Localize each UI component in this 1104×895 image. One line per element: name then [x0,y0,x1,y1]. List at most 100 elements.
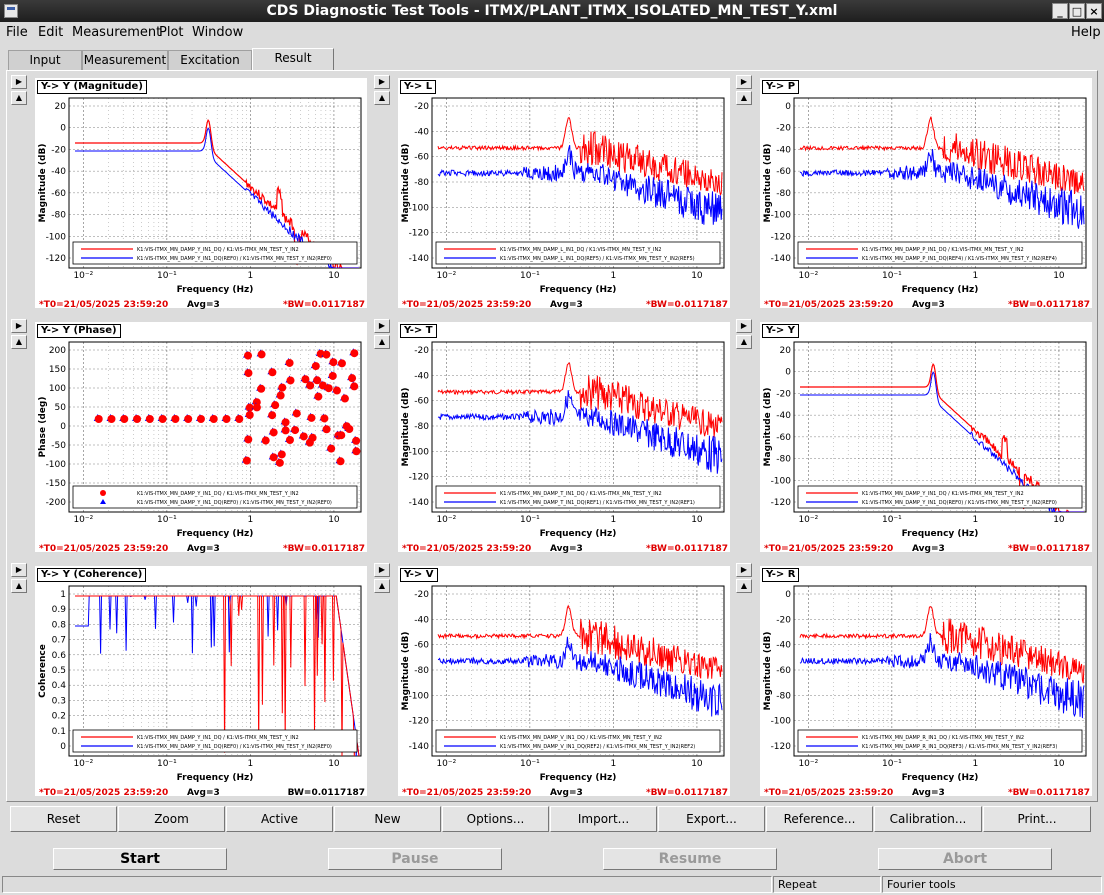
new-button[interactable]: New [334,806,441,832]
window-menu-icon[interactable] [4,4,18,18]
next-arrow-icon[interactable]: ▶ [736,319,752,333]
tab-excitation[interactable]: Excitation [168,50,252,70]
plot-area[interactable]: 20 0 -20 -40 -60 -80 -100 -120 10⁻² 10⁻¹ 1 10 Freque… [760,322,1092,554]
print-button[interactable]: Print... [983,806,1091,832]
next-arrow-icon[interactable]: ▶ [374,563,390,577]
abort-button[interactable]: Abort [878,848,1052,870]
tab-measurement[interactable]: Measurement [82,50,168,70]
trace-measured [244,351,253,360]
trace-measured [340,394,349,403]
up-arrow-icon[interactable]: ▲ [736,579,752,593]
next-arrow-icon[interactable]: ▶ [374,319,390,333]
plot-panel[interactable]: ▶ ▲ 1 0.9 0.8 0.7 0.6 0.5 0.4 0.3 0.2 0.1 0 10⁻² 10⁻¹ 1… [11,563,367,799]
tab-input[interactable]: Input [8,50,82,70]
reset-button[interactable]: Reset [10,806,117,832]
plot-area[interactable]: -20 -40 -60 -80 -100 -120 -140 10⁻² 10⁻¹ 1 10 Frequ… [398,566,730,798]
plot-panel[interactable]: ▶ ▲ -20 -40 -60 -80 -100 -120 -140 10⁻² 10⁻¹ 1 10 Fre… [374,563,730,799]
plot-title: Y-> T [400,324,437,338]
trace-measured [352,436,361,445]
menu-measurement[interactable]: Measurement [72,25,161,40]
trace-measured [285,435,294,444]
y-tick-label: -20 [776,389,791,399]
trace-measured [244,369,253,378]
plot-svg[interactable]: -20 -40 -60 -80 -100 -120 -140 10⁻² 10⁻¹ 1 10 Frequ… [398,566,730,786]
trace-measured [276,391,285,400]
legend-entry: K1:VIS-ITMX_MN_DAMP_P_IN1_DQ(REF4) / K1:… [862,256,1057,262]
trace-measured [281,426,290,435]
plot-area[interactable]: 0 -20 -40 -60 -80 -100 -120 -140 10⁻² 10⁻¹ 1 10 Freq… [760,78,1092,310]
plot-area[interactable]: 20 0 -20 -40 -60 -80 -100 -120 10⁻² 10⁻¹ 1 10 Freque… [35,78,367,310]
menu-file[interactable]: File [6,25,28,40]
y-tick-label: -80 [776,189,791,199]
plot-panel[interactable]: ▶ ▲ 0 -20 -40 -60 -80 -100 -120 10⁻² 10⁻¹ 1 10 Freque… [736,563,1092,799]
legend-entry: K1:VIS-ITMX_MN_DAMP_Y_IN1_DQ / K1:VIS-IT… [137,735,299,741]
close-button[interactable]: × [1086,3,1102,19]
plot-area[interactable]: -20 -40 -60 -80 -100 -120 -140 10⁻² 10⁻¹ 1 10 Frequ… [398,78,730,310]
plot-svg[interactable]: -20 -40 -60 -80 -100 -120 -140 10⁻² 10⁻¹ 1 10 Frequ… [398,322,730,542]
x-axis-label: Frequency (Hz) [902,773,979,783]
trace-measured [318,381,327,390]
plot-title: Y-> R [762,568,800,582]
up-arrow-icon[interactable]: ▲ [11,91,27,105]
export-button[interactable]: Export... [658,806,765,832]
up-arrow-icon[interactable]: ▲ [374,579,390,593]
y-tick-label: 20 [780,346,792,356]
plot-svg[interactable]: 20 0 -20 -40 -60 -80 -100 -120 10⁻² 10⁻¹ 1 10 Freque… [35,78,367,298]
next-arrow-icon[interactable]: ▶ [11,75,27,89]
zoom-button[interactable]: Zoom [118,806,225,832]
up-arrow-icon[interactable]: ▲ [736,91,752,105]
x-tick-label: 10⁻² [436,271,456,281]
next-arrow-icon[interactable]: ▶ [11,563,27,577]
tab-result[interactable]: Result [252,48,334,70]
maximize-button[interactable]: □ [1069,3,1085,19]
next-arrow-icon[interactable]: ▶ [374,75,390,89]
menu-edit[interactable]: Edit [38,25,63,40]
plot-panel[interactable]: ▶ ▲ 20 0 -20 -40 -60 -80 -100 -120 10⁻² 10⁻¹ 1 10 Freq… [736,319,1092,555]
plot-svg[interactable]: -20 -40 -60 -80 -100 -120 -140 10⁻² 10⁻¹ 1 10 Frequ… [398,78,730,298]
up-arrow-icon[interactable]: ▲ [736,335,752,349]
next-arrow-icon[interactable]: ▶ [11,319,27,333]
plot-panel[interactable]: ▶ ▲ -20 -40 -60 -80 -100 -120 -140 10⁻² 10⁻¹ 1 10 Fre… [374,75,730,311]
x-tick-label: 1 [248,515,254,525]
plot-area[interactable]: -20 -40 -60 -80 -100 -120 -140 10⁻² 10⁻¹ 1 10 Frequ… [398,322,730,554]
plot-panel[interactable]: ▶ ▲ -20 -40 -60 -80 -100 -120 -140 10⁻² 10⁻¹ 1 10 Fre… [374,319,730,555]
next-arrow-icon[interactable]: ▶ [736,75,752,89]
plot-svg[interactable]: 20 0 -20 -40 -60 -80 -100 -120 10⁻² 10⁻¹ 1 10 Freque… [760,322,1092,542]
plot-panel[interactable]: ▶ ▲ 0 -20 -40 -60 -80 -100 -120 -140 10⁻² 10⁻¹ 1 10 Fr… [736,75,1092,311]
plot-svg[interactable]: 0 -20 -40 -60 -80 -100 -120 10⁻² 10⁻¹ 1 10 Frequenc… [760,566,1092,786]
pause-button[interactable]: Pause [328,848,502,870]
import-button[interactable]: Import... [550,806,657,832]
up-arrow-icon[interactable]: ▲ [11,579,27,593]
up-arrow-icon[interactable]: ▲ [11,335,27,349]
up-arrow-icon[interactable]: ▲ [374,91,390,105]
x-tick-label: 10⁻¹ [157,759,177,769]
plot-svg[interactable]: 1 0.9 0.8 0.7 0.6 0.5 0.4 0.3 0.2 0.1 0 10⁻² 10⁻¹ 1 10… [35,566,367,786]
bw-label: *BW=0.0117187 [1007,788,1090,798]
minimize-button[interactable]: _ [1052,3,1068,19]
y-tick-label: -80 [776,455,791,465]
up-arrow-icon[interactable]: ▲ [374,335,390,349]
menu-plot[interactable]: Plot [159,25,184,40]
active-button[interactable]: Active [226,806,333,832]
plot-panel[interactable]: ▶ ▲ 200 150 100 50 0 -50 -100 -150 -200 10⁻² 10⁻¹ 1 10… [11,319,367,555]
t0-label: *T0=21/05/2025 23:59:20 [39,300,169,310]
plot-area[interactable]: 0 -20 -40 -60 -80 -100 -120 10⁻² 10⁻¹ 1 10 Frequenc… [760,566,1092,798]
menu-window[interactable]: Window [192,25,243,40]
resume-button[interactable]: Resume [603,848,777,870]
plot-svg[interactable]: 200 150 100 50 0 -50 -100 -150 -200 10⁻² 10⁻¹ 1 10 Fr… [35,322,367,542]
plot-panel[interactable]: ▶ ▲ 20 0 -20 -40 -60 -80 -100 -120 10⁻² 10⁻¹ 1 10 Freq… [11,75,367,311]
options-button[interactable]: Options... [442,806,549,832]
next-arrow-icon[interactable]: ▶ [736,563,752,577]
plot-area[interactable]: 1 0.9 0.8 0.7 0.6 0.5 0.4 0.3 0.2 0.1 0 10⁻² 10⁻¹ 1 10… [35,566,367,798]
plot-title: Y-> V [400,568,438,582]
calibration-button[interactable]: Calibration... [874,806,982,832]
status-fourier: Fourier tools [882,876,1102,893]
reference-button[interactable]: Reference... [766,806,873,832]
start-button[interactable]: Start [53,848,227,870]
y-tick-label: -80 [776,691,791,701]
x-axis-label: Frequency (Hz) [177,285,254,295]
trace-measured [271,401,280,410]
plot-area[interactable]: 200 150 100 50 0 -50 -100 -150 -200 10⁻² 10⁻¹ 1 10 Fr… [35,322,367,554]
plot-svg[interactable]: 0 -20 -40 -60 -80 -100 -120 -140 10⁻² 10⁻¹ 1 10 Freq… [760,78,1092,298]
menu-help[interactable]: Help [1071,25,1101,40]
